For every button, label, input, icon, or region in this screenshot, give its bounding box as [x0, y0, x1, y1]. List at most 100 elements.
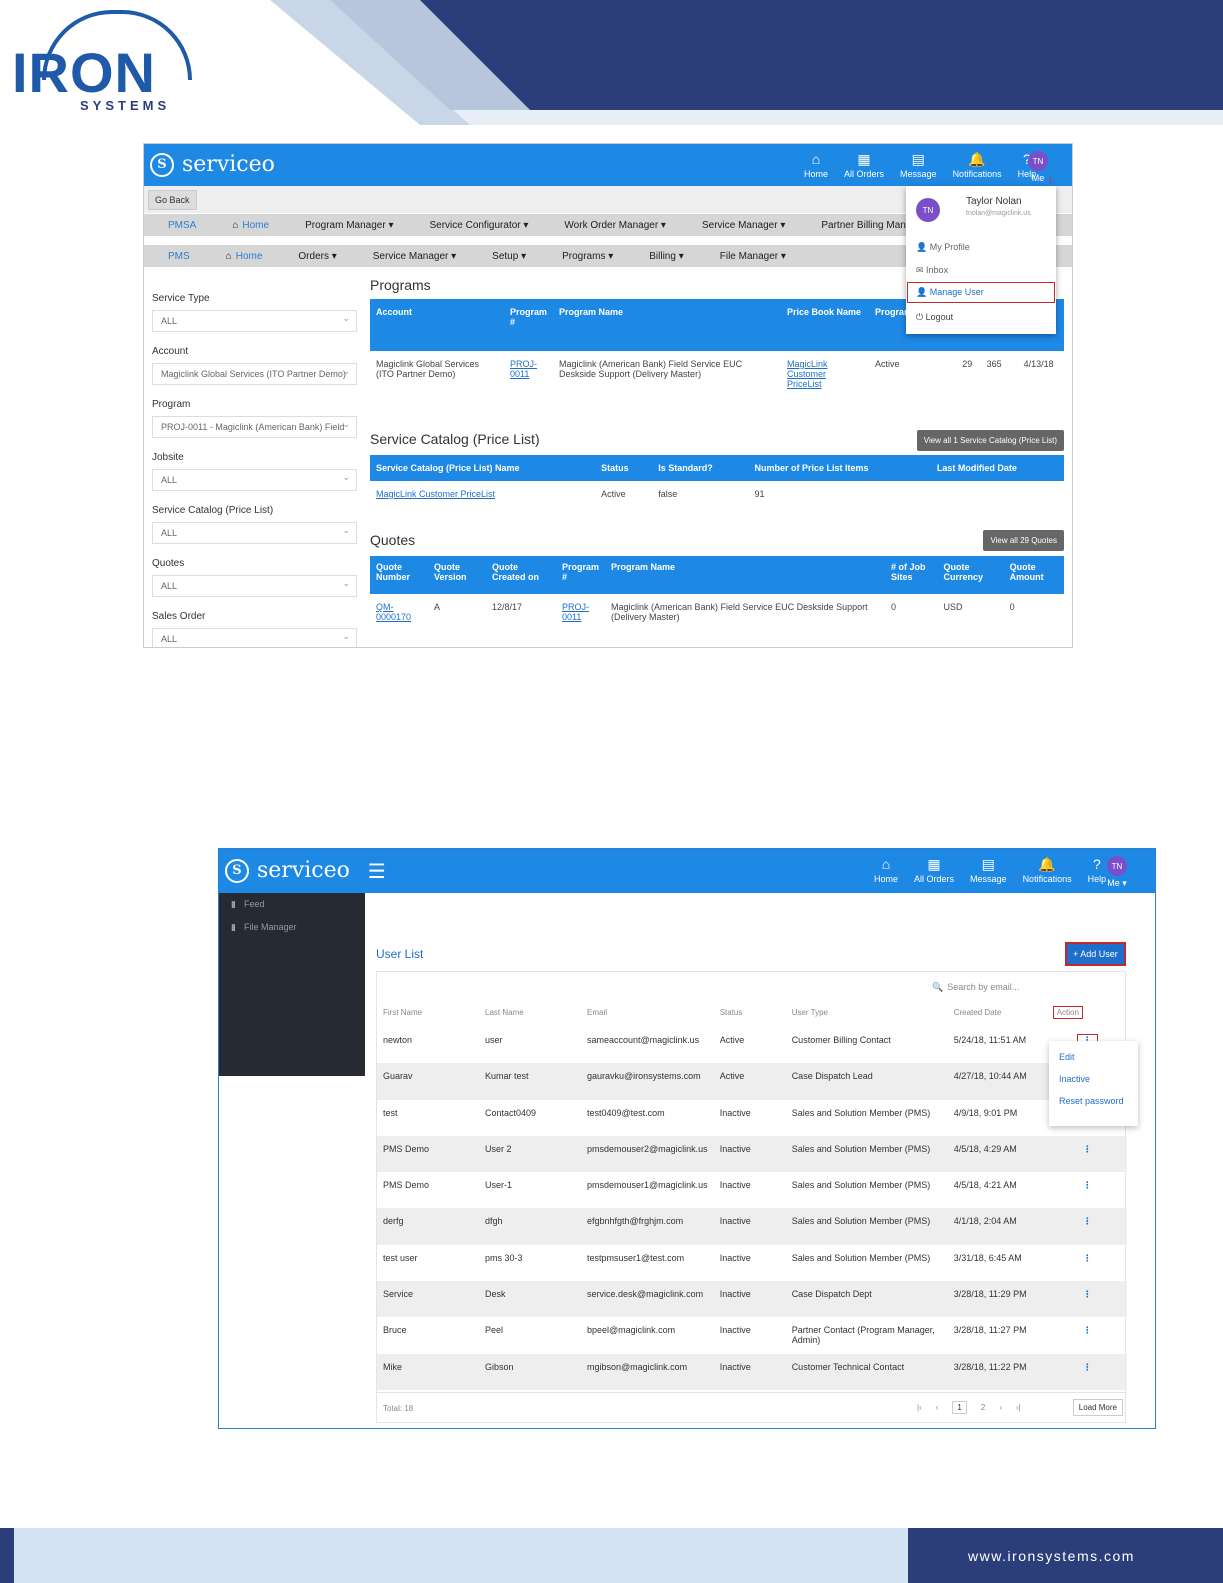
pager-item[interactable]: 1 [952, 1401, 967, 1414]
quote-number-cell[interactable]: QM-0000170 [370, 594, 428, 630]
kebab-menu-icon[interactable]: ⋮ [1083, 1362, 1092, 1372]
nav-item-2[interactable]: ▤ Message [970, 856, 1007, 884]
menu-item-4[interactable]: Work Order Manager ▾ [564, 220, 666, 231]
pager-item[interactable]: ›| [1016, 1403, 1021, 1412]
nav-item-0[interactable]: ⌂ Home [804, 151, 828, 179]
menu-item-3[interactable]: Service Configurator ▾ [429, 220, 528, 231]
filter-select[interactable]: ALL [152, 575, 357, 597]
menu-item-2[interactable]: Program Manager ▾ [305, 220, 393, 231]
inbox-item[interactable]: ✉ Inbox [916, 265, 948, 276]
menu-item-6[interactable]: Billing ▾ [649, 251, 683, 262]
filter-select[interactable]: Magiclink Global Services (ITO Partner D… [152, 363, 357, 385]
column-header-label: Status [719, 1008, 743, 1017]
cell-action: ⋮ [1048, 1136, 1127, 1172]
search-box[interactable]: 🔍 Search by email... [932, 978, 1122, 996]
pager-item[interactable]: ‹ [936, 1403, 939, 1412]
cell-type: Sales and Solution Member (PMS) [791, 1180, 931, 1191]
footer-url[interactable]: www.ironsystems.com [968, 1548, 1135, 1564]
app-name: serviceo [182, 152, 275, 177]
kebab-menu-icon[interactable]: ⋮ [1083, 1253, 1092, 1263]
menu-item-3[interactable]: Service Manager ▾ [373, 251, 456, 262]
menu-item-5[interactable]: Programs ▾ [562, 251, 613, 262]
program-no-link[interactable]: PROJ-0011 [510, 359, 537, 379]
menu-item-1[interactable]: Home [236, 251, 263, 262]
avatar-2: TN [1107, 856, 1127, 876]
me-menu[interactable]: TN Me [1028, 151, 1048, 183]
kebab-menu-icon[interactable]: ⋮ [1083, 1325, 1092, 1335]
load-more-button[interactable]: Load More [1072, 1399, 1123, 1416]
nav-item-0[interactable]: ⌂ Home [874, 856, 898, 884]
column-header-label: User Type [791, 1008, 828, 1017]
nav-item-3[interactable]: 🔔 Notifications [953, 151, 1002, 179]
nav-item-1[interactable]: ▦ All Orders [844, 151, 884, 179]
filter-select[interactable]: ALL [152, 522, 357, 544]
pager-item[interactable]: 2 [981, 1403, 985, 1412]
pager-item[interactable]: |‹ [917, 1403, 922, 1412]
nav-item-3[interactable]: 🔔 Notifications [1023, 856, 1072, 884]
nav-item-2[interactable]: ▤ Message [900, 151, 937, 179]
table-row: test user pms 30-3 testpmsuser1@test.com In… [377, 1245, 1127, 1281]
cell-status: Inactive [719, 1107, 751, 1118]
action-reset-password[interactable]: Reset password [1049, 1090, 1138, 1112]
filter-label: Service Catalog (Price List) [152, 505, 274, 516]
menu-item-0[interactable]: PMS [168, 251, 190, 262]
top-nav: ⌂ Home ▦ All Orders ▤ Message 🔔 Notifications? H… [804, 151, 1036, 179]
column-header: Is Standard? [658, 463, 713, 473]
logout-item[interactable]: ⏻ Logout [916, 312, 953, 323]
menu-item-2[interactable]: Orders ▾ [298, 251, 336, 262]
user-table: First Name Last Name Email Status User Type C… [377, 998, 1127, 1390]
quote-program-cell[interactable]: PROJ-0011 [556, 594, 605, 630]
menu-item-5[interactable]: Service Manager ▾ [702, 220, 785, 231]
add-user-button[interactable]: + Add User [1065, 942, 1126, 966]
cell-first: newton [383, 1035, 413, 1045]
nav-item-1[interactable]: ▦ All Orders [914, 856, 954, 884]
nav-item-4[interactable]: ? Help [1088, 856, 1107, 884]
column-header: Account [376, 307, 412, 317]
cell-program-no[interactable]: PROJ-0011 [504, 351, 553, 397]
quote-number-link[interactable]: QM-0000170 [376, 602, 411, 622]
kebab-menu-icon[interactable]: ⋮ [1083, 1289, 1092, 1299]
my-profile-item[interactable]: 👤 My Profile [916, 242, 970, 253]
me-menu-2[interactable]: TN Me ▾ [1107, 856, 1127, 889]
action-inactive[interactable]: Inactive [1049, 1068, 1138, 1090]
filter-select[interactable]: ALL [152, 469, 357, 491]
avatar: TN [1028, 151, 1048, 171]
menu-item-0[interactable]: PMSA [168, 220, 196, 231]
view-all-catalog-button[interactable]: View all 1 Service Catalog (Price List) [916, 430, 1064, 451]
sidebar-item-file-manager[interactable]: ▮ File Manager [219, 916, 365, 939]
filter-select[interactable]: ALL [152, 310, 357, 332]
menu-item-1[interactable]: Home [242, 220, 269, 231]
filter-select[interactable]: ALL [152, 628, 357, 647]
file-icon: ▮ [231, 922, 236, 932]
pager-item[interactable]: › [999, 1403, 1002, 1412]
filter-label: Sales Order [152, 611, 206, 622]
quote-version: A [434, 602, 441, 612]
dropdown-user-name: Taylor Nolan [966, 196, 1022, 207]
nav-label: Message [970, 874, 1007, 884]
kebab-menu-icon[interactable]: ⋮ [1083, 1216, 1092, 1226]
catalog-name-cell[interactable]: MagicLink Customer PriceList [370, 481, 595, 507]
cell-type: Sales and Solution Member (PMS) [791, 1107, 931, 1118]
menu-item-4[interactable]: Setup ▾ [492, 251, 526, 262]
cell-created: 3/28/18, 11:27 PM [953, 1325, 1027, 1336]
action-edit[interactable]: Edit [1049, 1041, 1138, 1068]
column-header: Quote Amount [1009, 562, 1044, 582]
quote-program-link[interactable]: PROJ-0011 [562, 602, 589, 622]
view-all-quotes-button[interactable]: View all 29 Quotes [983, 530, 1064, 551]
kebab-menu-icon[interactable]: ⋮ [1083, 1144, 1092, 1154]
cell-email: test0409@test.com [587, 1107, 665, 1118]
catalog-name-link[interactable]: MagicLink Customer PriceList [376, 489, 495, 499]
quote-created: 12/8/17 [492, 602, 523, 612]
kebab-menu-icon[interactable]: ⋮ [1083, 1180, 1092, 1190]
cell-first: test user [383, 1252, 418, 1263]
search-input[interactable]: Search by email... [947, 982, 1019, 992]
manage-user-item[interactable]: 👤 Manage User [907, 282, 1055, 303]
sidebar-item-feed[interactable]: ▮ Feed [219, 893, 365, 916]
menu-item-7[interactable]: File Manager ▾ [720, 251, 786, 262]
cell-price-book[interactable]: MagicLink Customer PriceList [781, 351, 869, 397]
hamburger-icon[interactable]: ☰ [368, 859, 386, 883]
go-back-button[interactable]: Go Back [148, 190, 197, 210]
price-book-link[interactable]: MagicLink Customer PriceList [787, 359, 828, 389]
cell-status: Active [719, 1071, 745, 1082]
filter-select[interactable]: PROJ-0011 - Magiclink (American Bank) Fi… [152, 416, 357, 438]
